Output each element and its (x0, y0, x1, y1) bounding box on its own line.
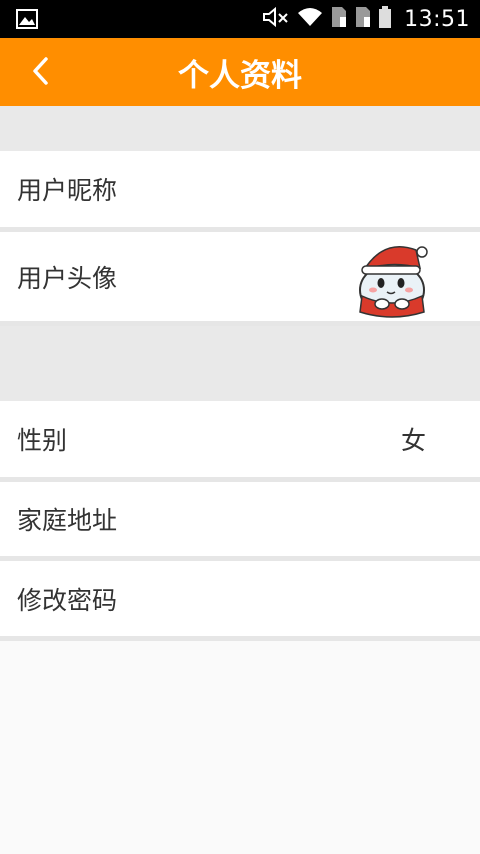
sim1-icon (330, 5, 348, 33)
nickname-row[interactable]: 用户昵称 (0, 151, 480, 227)
password-label: 修改密码 (17, 585, 118, 615)
gender-row[interactable]: 性别 女 (0, 401, 480, 477)
address-label: 家庭地址 (17, 506, 118, 535)
gender-value: 女 (400, 426, 426, 455)
mute-icon (262, 6, 290, 32)
password-row[interactable]: 修改密码 (0, 561, 480, 636)
divider (0, 636, 480, 641)
avatar-row[interactable]: 用户头像 (0, 232, 480, 321)
status-icons: 13:51 (262, 0, 470, 38)
avatar-label: 用户头像 (17, 263, 118, 293)
nickname-label: 用户昵称 (17, 176, 118, 205)
app-header: 个人资料 (0, 38, 480, 106)
status-time: 13:51 (404, 6, 470, 32)
address-row[interactable]: 家庭地址 (0, 482, 480, 556)
section-gap (0, 326, 480, 401)
battery-icon (378, 5, 392, 33)
status-bar: 13:51 (0, 0, 480, 38)
gender-label: 性别 (17, 426, 68, 455)
wifi-icon (296, 6, 324, 32)
avatar[interactable] (354, 240, 430, 318)
snowman-avatar-icon (359, 246, 428, 318)
page-title: 个人资料 (178, 57, 302, 94)
sim2-icon (354, 5, 372, 33)
image-icon (16, 9, 38, 33)
section-gap (0, 106, 480, 151)
